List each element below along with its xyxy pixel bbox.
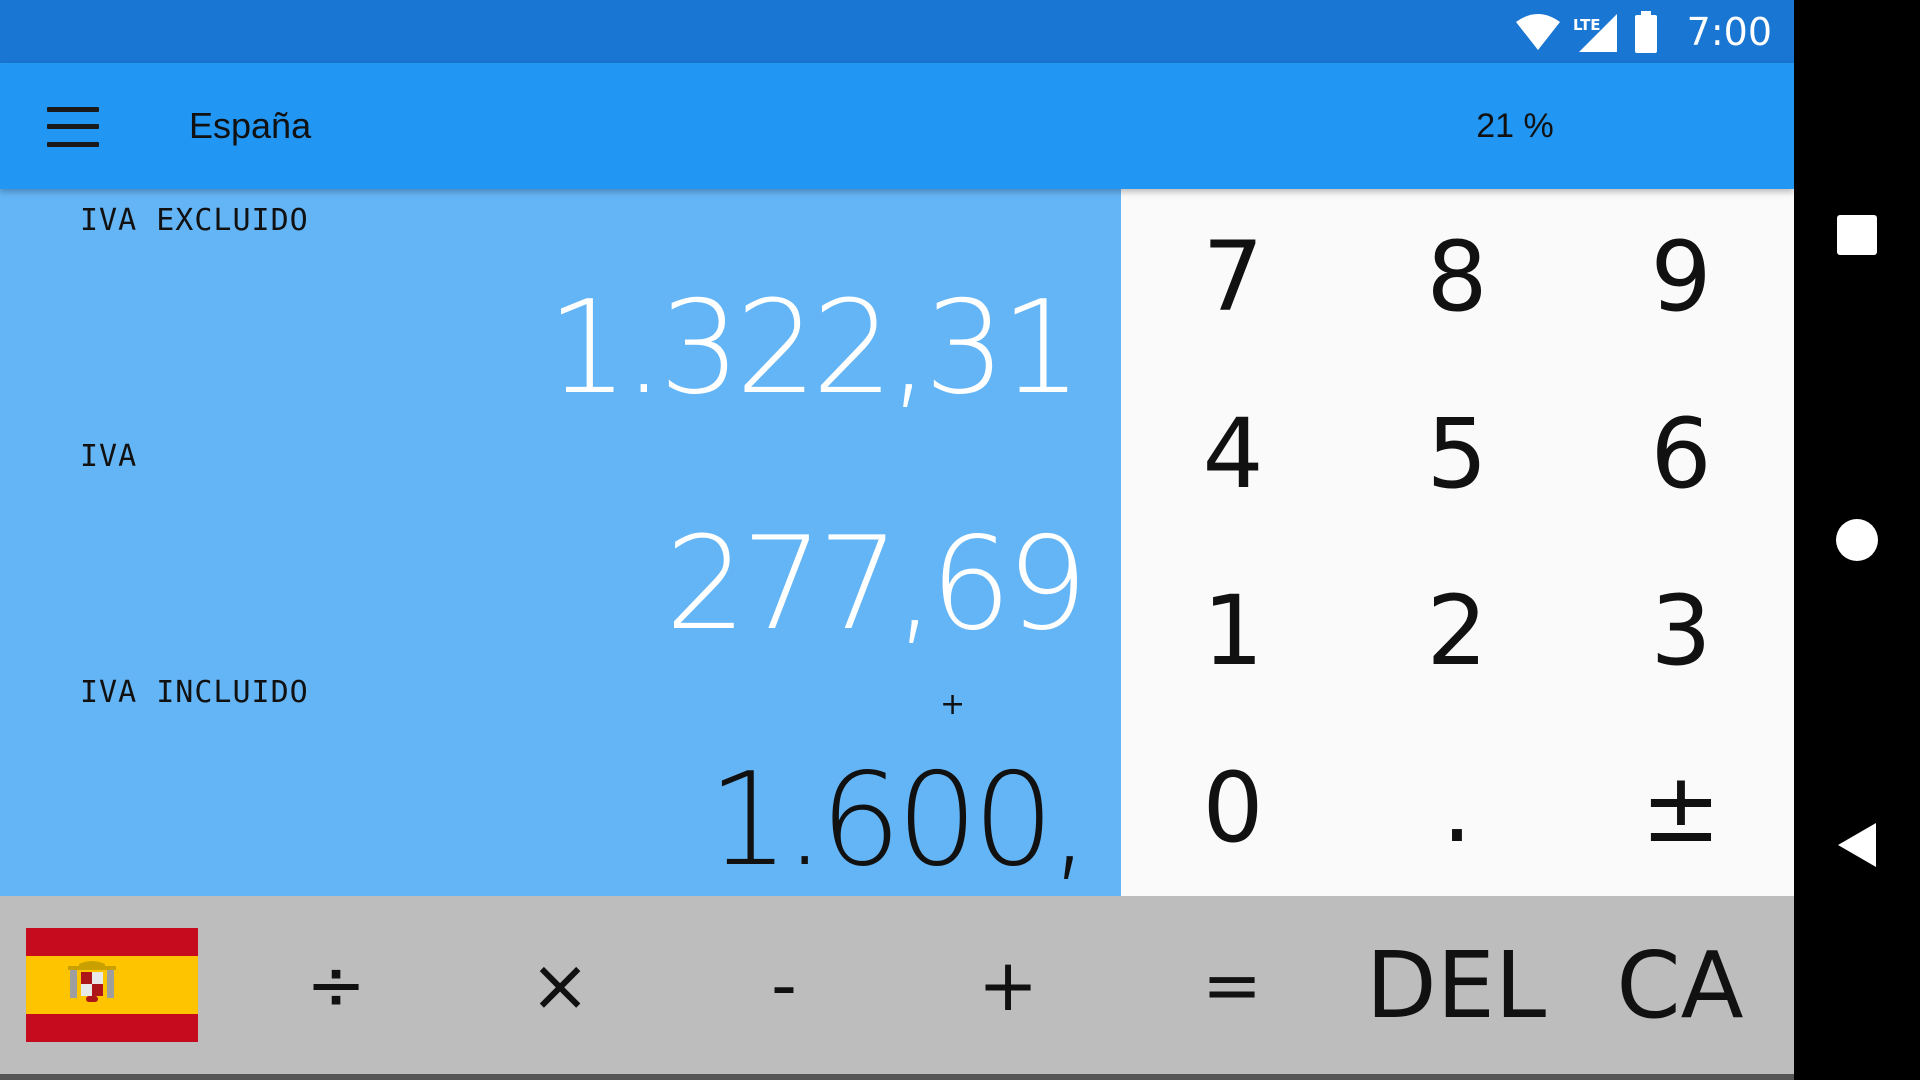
delete-button[interactable]: DEL <box>1344 896 1568 1074</box>
system-nav-bar <box>1794 0 1920 1080</box>
wifi-icon <box>1515 13 1560 50</box>
app-bar: España 21 % <box>0 63 1794 189</box>
recents-square-icon <box>1837 215 1877 255</box>
vat-label: IVA <box>80 439 138 474</box>
vat-included-label: IVA INCLUIDO <box>80 675 309 710</box>
key-6[interactable]: 6 <box>1569 366 1793 542</box>
vat-rate[interactable]: 21 % <box>1430 63 1600 189</box>
key-0[interactable]: 0 <box>1121 720 1345 896</box>
key-decimal-point[interactable]: . <box>1345 720 1569 896</box>
back-button[interactable] <box>1794 790 1920 900</box>
recents-button[interactable] <box>1794 180 1920 290</box>
number-keypad: 7 8 9 4 5 6 1 2 3 0 . ± <box>1121 189 1794 896</box>
key-8[interactable]: 8 <box>1345 189 1569 365</box>
vat-included-value: 1.600, <box>707 746 1090 895</box>
calculator-screen: LTE 7:00 España 21 % IVA EXCLUIDO 1.322,… <box>0 0 1794 1080</box>
add-button[interactable]: + <box>896 896 1120 1074</box>
key-1[interactable]: 1 <box>1121 543 1345 719</box>
cell-signal-icon: LTE <box>1573 13 1617 52</box>
divide-button[interactable]: ÷ <box>224 896 448 1074</box>
spain-flag-icon[interactable] <box>26 928 198 1042</box>
key-plus-minus[interactable]: ± <box>1569 720 1793 896</box>
key-7[interactable]: 7 <box>1121 189 1345 365</box>
home-circle-icon <box>1836 519 1878 561</box>
results-panel: IVA EXCLUIDO 1.322,31 IVA 277,69 IVA INC… <box>0 189 1121 896</box>
key-5[interactable]: 5 <box>1345 366 1569 542</box>
operator-row: ÷ × - + = DEL CA <box>0 896 1794 1074</box>
status-icons: LTE 7:00 <box>1515 0 1772 63</box>
multiply-button[interactable]: × <box>448 896 672 1074</box>
country-title[interactable]: España <box>189 63 311 189</box>
subtract-button[interactable]: - <box>672 896 896 1074</box>
key-2[interactable]: 2 <box>1345 543 1569 719</box>
vat-excluded-value: 1.322,31 <box>547 274 1082 423</box>
key-4[interactable]: 4 <box>1121 366 1345 542</box>
vat-excluded-label: IVA EXCLUIDO <box>80 203 309 238</box>
back-triangle-icon <box>1838 823 1876 867</box>
clear-all-button[interactable]: CA <box>1568 896 1792 1074</box>
status-time: 7:00 <box>1686 9 1772 54</box>
vat-value: 277,69 <box>665 510 1088 659</box>
status-bar: LTE 7:00 <box>0 0 1794 63</box>
home-button[interactable] <box>1794 485 1920 595</box>
key-9[interactable]: 9 <box>1569 189 1793 365</box>
battery-icon <box>1634 10 1657 53</box>
menu-icon[interactable] <box>47 107 99 147</box>
bottom-divider <box>0 1074 1794 1080</box>
equals-button[interactable]: = <box>1120 896 1344 1074</box>
network-type-label: LTE <box>1573 16 1601 34</box>
pending-operator-indicator: + <box>940 687 966 722</box>
key-3[interactable]: 3 <box>1569 543 1793 719</box>
